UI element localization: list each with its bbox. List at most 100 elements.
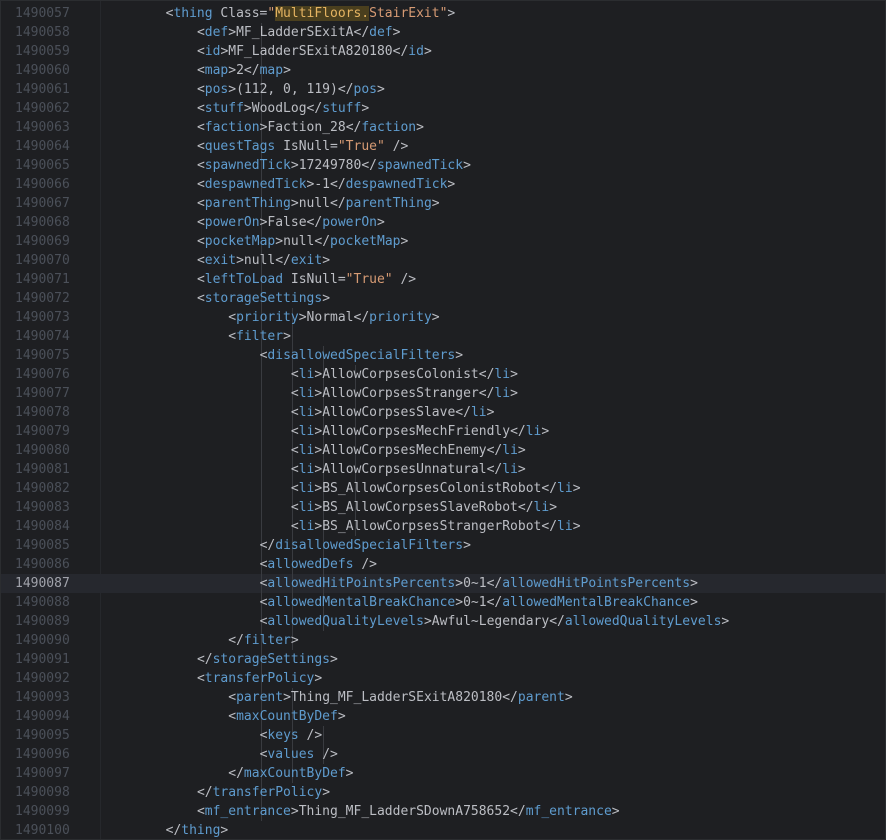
code-line[interactable]: 1490075 <disallowedSpecialFilters> bbox=[1, 346, 885, 365]
token-br: > bbox=[463, 158, 471, 173]
code-line[interactable]: 1490062 <stuff>WoodLog</stuff> bbox=[1, 99, 885, 118]
code-line[interactable]: 1490057 <thing Class="MultiFloors.StairEx… bbox=[1, 4, 885, 23]
code-line[interactable]: 1490078 <li>AllowCorpsesSlave</li> bbox=[1, 403, 885, 422]
token-br: </ bbox=[314, 234, 331, 249]
token-txt: Thing_MF_LadderSDownA758652 bbox=[298, 804, 511, 819]
code-line[interactable]: 1490070 <exit>null</exit> bbox=[1, 251, 885, 270]
token-tag: li bbox=[298, 386, 315, 401]
code-line[interactable]: 1490077 <li>AllowCorpsesStranger</li> bbox=[1, 384, 885, 403]
token-br: > bbox=[572, 481, 581, 496]
code-text: <thing Class="MultiFloors.StairExit"> bbox=[166, 4, 455, 23]
code-lines: 1490057 <thing Class="MultiFloors.StairEx… bbox=[1, 4, 885, 839]
token-txt: AllowCorpsesMechFriendly bbox=[322, 424, 511, 439]
token-txt: null bbox=[283, 234, 315, 249]
code-text: </filter> bbox=[228, 631, 298, 650]
code-line[interactable]: 1490059 <id>MF_LadderSExitA820180</id> bbox=[1, 42, 885, 61]
token-br: < bbox=[196, 25, 205, 40]
code-line[interactable]: 1490083 <li>BS_AllowCorpsesSlaveRobot</li… bbox=[1, 498, 885, 517]
token-br: < bbox=[196, 44, 205, 59]
code-line[interactable]: 1490067 <parentThing>null</parentThing> bbox=[1, 194, 885, 213]
token-br: > bbox=[283, 690, 291, 705]
token-txt: 17249780 bbox=[298, 158, 362, 173]
code-line[interactable]: 1490064 <questTags IsNull="True" /> bbox=[1, 137, 885, 156]
code-line[interactable]: 1490095 <keys /> bbox=[1, 726, 885, 745]
token-tag: li bbox=[502, 443, 518, 458]
line-number: 1490069 bbox=[15, 234, 70, 249]
code-line[interactable]: 1490092 <transferPolicy> bbox=[1, 669, 885, 688]
token-txt: BS_AllowCorpsesSlaveRobot bbox=[322, 500, 518, 515]
code-line[interactable]: 1490079 <li>AllowCorpsesMechFriendly</li> bbox=[1, 422, 885, 441]
token-tag: li bbox=[298, 500, 315, 515]
code-line[interactable]: 1490072 <storageSettings> bbox=[1, 289, 885, 308]
token-br: </ bbox=[502, 690, 518, 705]
code-text: <map>2</map> bbox=[197, 61, 291, 80]
code-line[interactable]: 1490093 <parent>Thing_MF_LadderSExitA8201… bbox=[1, 688, 885, 707]
token-txt: WoodLog bbox=[251, 101, 307, 116]
token-br: > bbox=[690, 595, 698, 610]
code-line[interactable]: 1490061 <pos>(112, 0, 119)</pos> bbox=[1, 80, 885, 99]
token-br: < bbox=[290, 367, 299, 382]
code-line[interactable]: 1490090 </filter> bbox=[1, 631, 885, 650]
code-line[interactable]: 1490060 <map>2</map> bbox=[1, 61, 885, 80]
code-line[interactable]: 1490080 <li>AllowCorpsesMechEnemy</li> bbox=[1, 441, 885, 460]
code-line[interactable]: 1490088 <allowedMentalBreakChance>0~1</al… bbox=[1, 593, 885, 612]
code-line[interactable]: 1490099 <mf_entrance>Thing_MF_LadderSDown… bbox=[1, 802, 885, 821]
code-text: <parent>Thing_MF_LadderSExitA820180</par… bbox=[228, 688, 572, 707]
token-txt: 0~1 bbox=[463, 576, 487, 591]
token-br: < bbox=[290, 500, 299, 515]
token-br: </ bbox=[243, 63, 260, 78]
code-line[interactable]: 1490065 <spawnedTick>17249780</spawnedTic… bbox=[1, 156, 885, 175]
token-br: < bbox=[228, 690, 237, 705]
token-tag: allowedHitPointsPercents bbox=[267, 576, 456, 591]
token-br: </ bbox=[510, 804, 526, 819]
code-text: <li>AllowCorpsesMechFriendly</li> bbox=[291, 422, 549, 441]
code-line[interactable]: 1490100 </thing> bbox=[1, 821, 885, 839]
code-line[interactable]: 1490085 </disallowedSpecialFilters> bbox=[1, 536, 885, 555]
token-br: > bbox=[361, 101, 370, 116]
token-tag: li bbox=[298, 424, 315, 439]
token-tag: disallowedSpecialFilters bbox=[267, 348, 456, 363]
code-editor[interactable]: 1490057 <thing Class="MultiFloors.StairEx… bbox=[0, 0, 886, 840]
code-line[interactable]: 1490087 <allowedHitPointsPercents>0~1</al… bbox=[1, 574, 885, 593]
token-tag: parentThing bbox=[204, 196, 291, 211]
code-line[interactable]: 1490097 </maxCountByDef> bbox=[1, 764, 885, 783]
code-line[interactable]: 1490084 <li>BS_AllowCorpsesStrangerRobot<… bbox=[1, 517, 885, 536]
line-number: 1490072 bbox=[15, 291, 70, 306]
line-number: 1490073 bbox=[15, 310, 70, 325]
token-br: > bbox=[283, 329, 291, 344]
code-line[interactable]: 1490094 <maxCountByDef> bbox=[1, 707, 885, 726]
code-text: <li>AllowCorpsesColonist</li> bbox=[291, 365, 518, 384]
token-br: < bbox=[228, 329, 237, 344]
line-number: 1490087 bbox=[15, 576, 70, 591]
code-line[interactable]: 1490074 <filter> bbox=[1, 327, 885, 346]
token-br: /> bbox=[353, 557, 377, 572]
code-line[interactable]: 1490082 <li>BS_AllowCorpsesColonistRobot<… bbox=[1, 479, 885, 498]
code-line[interactable]: 1490086 <allowedDefs /> bbox=[1, 555, 885, 574]
token-br: > bbox=[228, 25, 237, 40]
token-br: < bbox=[196, 63, 205, 78]
token-br: < bbox=[196, 215, 205, 230]
code-line[interactable]: 1490058 <def>MF_LadderSExitA</def> bbox=[1, 23, 885, 42]
code-line[interactable]: 1490073 <priority>Normal</priority> bbox=[1, 308, 885, 327]
token-br: > bbox=[510, 386, 518, 401]
code-line[interactable]: 1490066 <despawnedTick>-1</despawnedTick> bbox=[1, 175, 885, 194]
code-line[interactable]: 1490089 <allowedQualityLevels>Awful~Legen… bbox=[1, 612, 885, 631]
code-line[interactable]: 1490096 <values /> bbox=[1, 745, 885, 764]
code-line[interactable]: 1490063 <faction>Faction_28</faction> bbox=[1, 118, 885, 137]
token-txt: null bbox=[243, 253, 276, 268]
token-txt: Normal bbox=[306, 310, 354, 325]
token-tag: parent bbox=[517, 690, 565, 705]
code-line[interactable]: 1490071 <leftToLoad IsNull="True" /> bbox=[1, 270, 885, 289]
code-line[interactable]: 1490091 </storageSettings> bbox=[1, 650, 885, 669]
code-line[interactable]: 1490098 </transferPolicy> bbox=[1, 783, 885, 802]
token-tag: filter bbox=[236, 329, 284, 344]
token-br: > bbox=[290, 196, 299, 211]
code-line[interactable]: 1490081 <li>AllowCorpsesUnnatural</li> bbox=[1, 460, 885, 479]
code-line[interactable]: 1490076 <li>AllowCorpsesColonist</li> bbox=[1, 365, 885, 384]
token-br: > bbox=[572, 519, 581, 534]
token-br: </ bbox=[486, 462, 503, 477]
code-text: <disallowedSpecialFilters> bbox=[260, 346, 464, 365]
token-tag: powerOn bbox=[322, 215, 377, 230]
code-line[interactable]: 1490069 <pocketMap>null</pocketMap> bbox=[1, 232, 885, 251]
code-line[interactable]: 1490068 <powerOn>False</powerOn> bbox=[1, 213, 885, 232]
